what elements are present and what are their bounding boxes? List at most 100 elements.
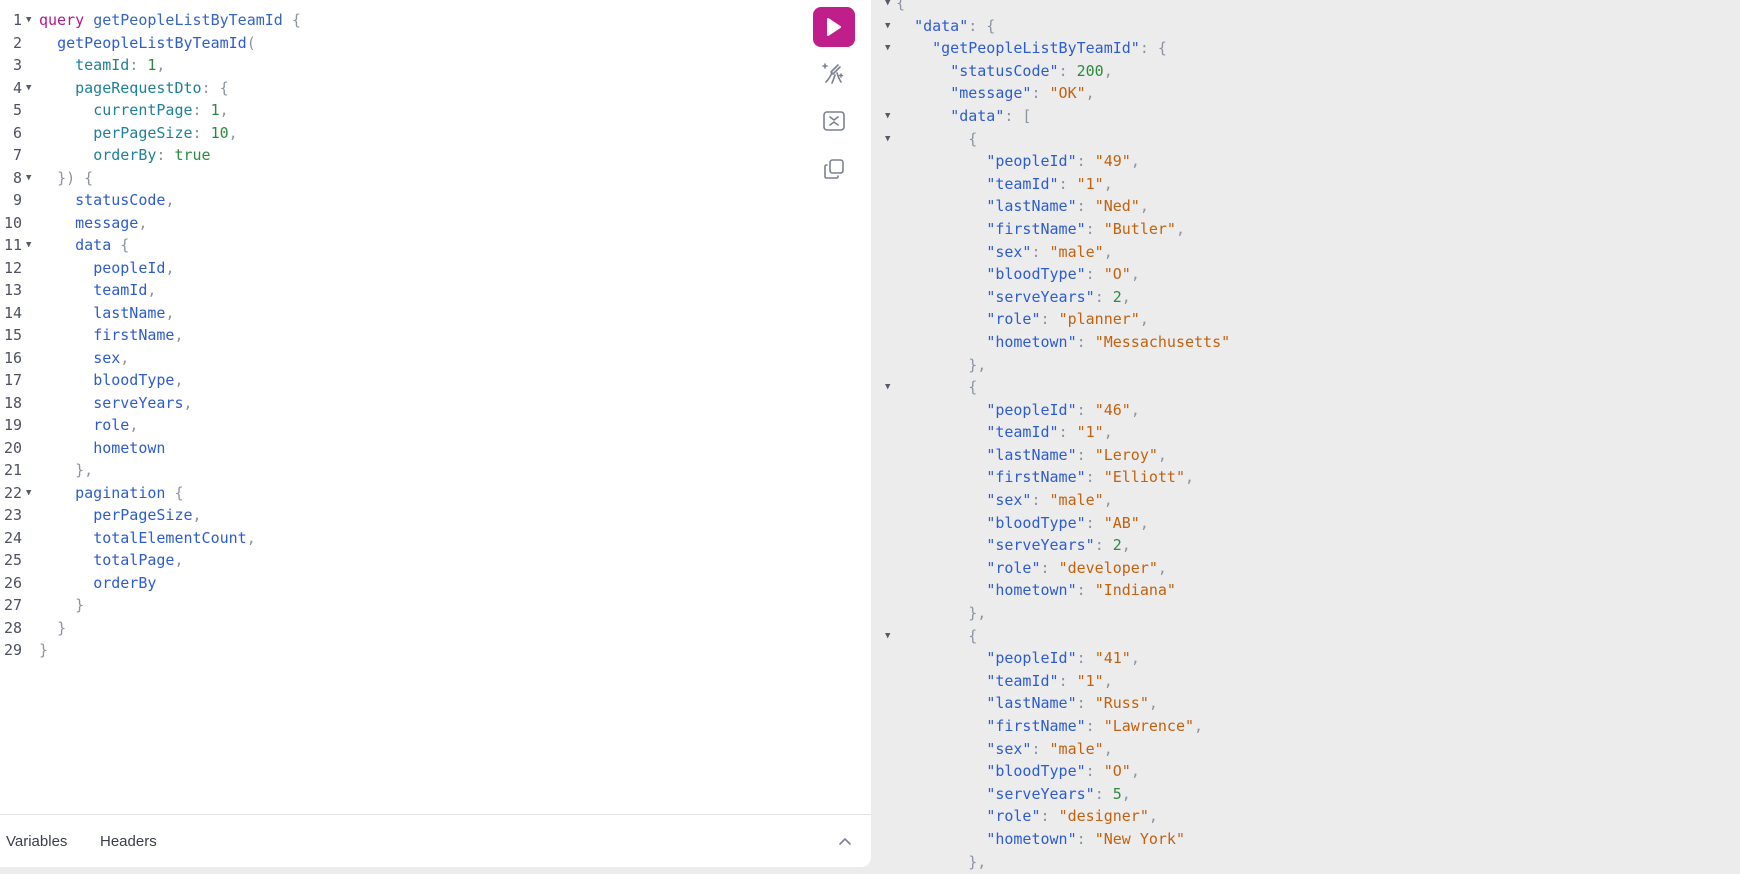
result-text: { [896,128,977,151]
result-token: "49" [1094,152,1131,171]
result-token: , [1085,84,1095,103]
result-text: { [896,625,977,648]
result-token: "sex" [986,739,1032,758]
code-line[interactable]: 7 orderBy: true [0,144,800,167]
code-line[interactable]: 24 totalElementCount, [0,527,800,550]
code-line[interactable]: 21 }, [0,459,800,482]
code-line[interactable]: 12 peopleId, [0,257,800,280]
code-token: : [129,56,139,74]
fold-toggle-icon[interactable]: ▼ [885,15,890,38]
result-token: , [1121,536,1131,555]
query-editor[interactable]: 1 ▼ query getPeopleListByTeamId {2 getPeop… [0,9,800,662]
line-number: 23 [3,506,22,524]
fold-toggle-icon[interactable]: ▼ [26,77,31,100]
result-line: "firstName": "Elliott", [872,466,1740,489]
result-line: ▼ { [872,625,1740,648]
code-token: }, [75,461,94,479]
code-token: true [174,146,211,164]
fold-toggle-icon[interactable]: ▼ [885,128,890,151]
result-token: { [968,626,978,645]
code-line[interactable]: 17 bloodType, [0,369,800,392]
result-token: "male" [1049,739,1104,758]
code-line[interactable]: 20 hometown [0,437,800,460]
line-number: 10 [3,213,22,232]
code-line[interactable]: 25 totalPage, [0,549,800,572]
code-line[interactable]: 6 perPageSize: 10, [0,122,800,145]
result-token: "Messachusetts" [1094,332,1231,351]
result-line: "serveYears": 2, [872,534,1740,557]
code-line[interactable]: 1 ▼ query getPeopleListByTeamId { [0,9,800,32]
fold-toggle-icon[interactable]: ▼ [26,167,31,190]
code-line[interactable]: 10 message, [0,212,800,235]
code-line[interactable]: 3 teamId: 1, [0,54,800,77]
code-line[interactable]: 13 teamId, [0,279,800,302]
result-token [896,762,986,780]
code-line[interactable]: 18 serveYears, [0,392,800,415]
result-token: "OK" [1049,84,1086,103]
code-token: , [120,348,130,367]
code-line[interactable]: 27 } [0,594,800,617]
fold-toggle-icon[interactable]: ▼ [885,105,890,128]
result-text: "sex": "male", [896,738,1112,761]
line-number: 7 [12,146,22,164]
result-token: : [1076,694,1095,713]
code-line[interactable]: 29} [0,639,800,662]
result-text: "role": "developer", [896,557,1167,580]
copy-query-button[interactable] [821,156,847,182]
result-token [896,627,968,645]
code-text: query getPeopleListByTeamId { [39,9,301,32]
result-line: "hometown": "Messachusetts" [872,331,1740,354]
result-token: : [1076,445,1095,464]
code-line[interactable]: 23 perPageSize, [0,504,800,527]
query-editor-pane[interactable]: 1 ▼ query getPeopleListByTeamId {2 getPeop… [0,0,871,867]
code-line[interactable]: 8 ▼ }) { [0,167,800,190]
code-token: totalElementCount [93,528,247,547]
tab-headers[interactable]: Headers [100,815,157,867]
code-line[interactable]: 2 getPeopleListByTeamId( [0,32,800,55]
result-token: "1" [1076,671,1104,690]
result-token: "Leroy" [1094,445,1158,464]
code-token: } [57,618,67,637]
merge-fragments-button[interactable] [821,108,847,134]
code-line[interactable]: 15 firstName, [0,324,800,347]
fold-toggle-icon[interactable]: ▼ [26,9,31,32]
result-line: "role": "designer", [872,805,1740,828]
fold-toggle-icon[interactable]: ▼ [885,0,890,15]
result-token [896,130,968,148]
tab-variables[interactable]: Variables [6,815,67,867]
chevron-up-icon[interactable] [836,833,854,851]
prettify-button[interactable] [821,60,847,86]
code-line[interactable]: 9 statusCode, [0,189,800,212]
result-token: "data" [914,16,969,35]
result-token: "bloodType" [986,762,1086,781]
code-line[interactable]: 16 sex, [0,347,800,370]
result-token: { [968,378,978,397]
code-line[interactable]: 19 role, [0,414,800,437]
result-token [896,333,986,351]
result-line: "role": "planner", [872,308,1740,331]
code-line[interactable]: 5 currentPage: 1, [0,99,800,122]
code-line[interactable]: 14 lastName, [0,302,800,325]
line-number: 18 [3,393,22,412]
result-token [896,152,986,170]
fold-toggle-icon[interactable]: ▼ [885,625,890,648]
code-line[interactable]: 4 ▼ pageRequestDto: { [0,77,800,100]
result-token: "Russ" [1094,694,1149,713]
fold-toggle-icon[interactable]: ▼ [26,482,31,505]
result-viewer[interactable]: ▼{▼ "data": {▼ "getPeopleListByTeamId": … [872,0,1740,874]
execute-query-button[interactable] [813,7,855,47]
code-line[interactable]: 26 orderBy [0,572,800,595]
fold-toggle-icon[interactable]: ▼ [885,376,890,399]
result-token [896,17,914,35]
code-line[interactable]: 11 ▼ data { [0,234,800,257]
result-token: , [1103,242,1113,261]
result-token: "serveYears" [986,784,1095,803]
fold-toggle-icon[interactable]: ▼ [26,234,31,257]
code-line[interactable]: 28 } [0,617,800,640]
code-token: } [75,596,85,614]
fold-toggle-icon[interactable]: ▼ [885,37,890,60]
code-line[interactable]: 22 ▼ pagination { [0,482,800,505]
